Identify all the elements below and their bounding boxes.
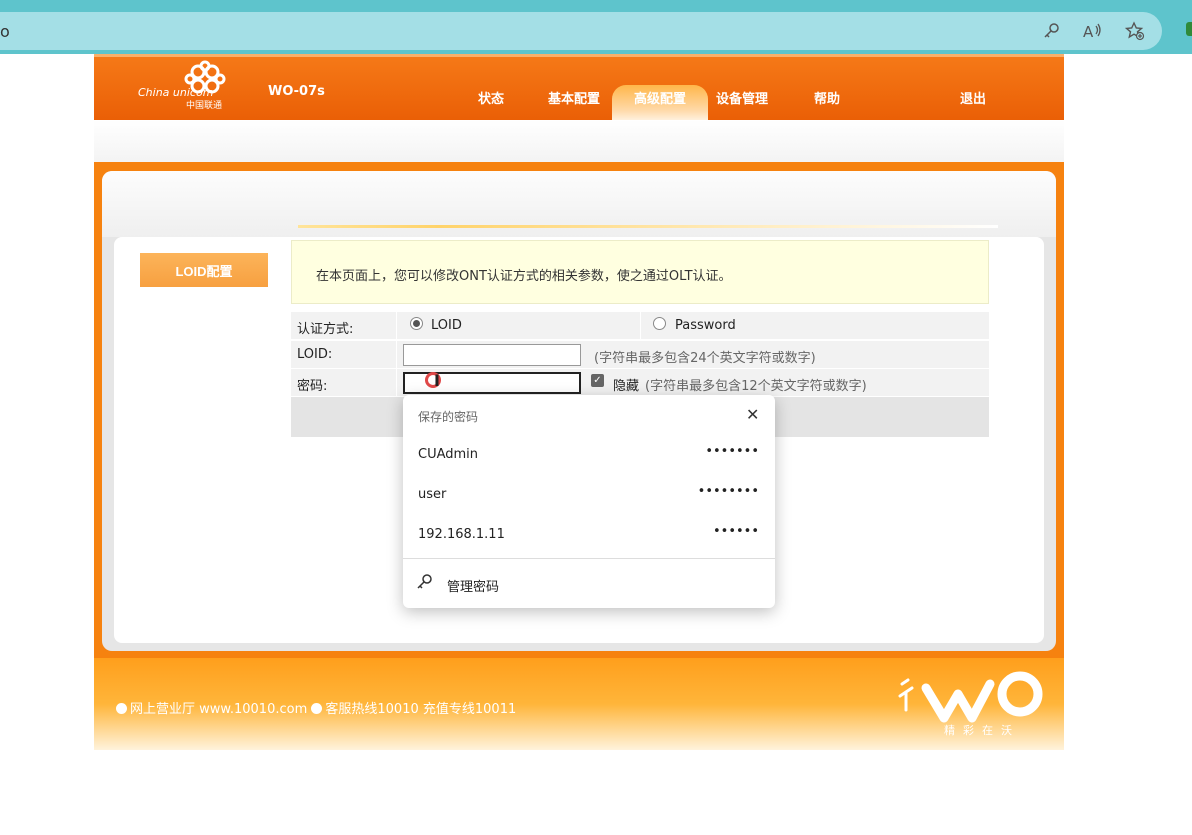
footer-online-hall[interactable]: 网上营业厅 [130, 702, 195, 717]
hide-label: 隐藏 [613, 379, 640, 394]
sidebar-item-loid-config[interactable]: LOID配置 [140, 253, 268, 287]
saved-username: CUAdmin [418, 447, 479, 462]
address-bar[interactable] [0, 12, 1162, 50]
wo-slogan: 精彩在沃 [944, 724, 1020, 737]
saved-passwords-dropdown: 保存的密码 ✕ CUAdmin ••••••• user •••••••• 19… [403, 395, 775, 608]
logout-link[interactable]: 退出 [960, 88, 986, 107]
column-separator [640, 312, 641, 340]
nav-basic-config[interactable]: 基本配置 [548, 88, 600, 107]
read-aloud-icon[interactable]: A [1082, 20, 1104, 42]
manage-passwords-link[interactable]: 管理密码 [447, 576, 499, 595]
bullet-icon [311, 703, 323, 714]
china-unicom-logo: China unicom 中国联通 [138, 60, 238, 112]
password-row: 密码: ✓ 隐藏 (字符串最多包含12个英文字符或数字) [291, 368, 989, 397]
router-header: China unicom 中国联通 WO-07s 状态 基本配置 高级配置 设备… [94, 54, 1064, 121]
loid-hint: (字符串最多包含24个英文字符或数字) [594, 351, 816, 366]
key-icon [415, 573, 433, 595]
loid-input[interactable] [403, 344, 581, 366]
loid-label: LOID: [297, 347, 333, 362]
auth-method-row: 认证方式: LOID Password [291, 311, 989, 340]
sub-header-band [94, 120, 1064, 164]
logo-text-en: China unicom [138, 86, 214, 99]
footer-links: 网上营业厅 www.10010.com 客服热线10010 充值专线10011 [116, 698, 516, 717]
svg-text:A: A [1083, 23, 1094, 40]
saved-password-item[interactable]: user •••••••• [403, 475, 775, 515]
hide-checkbox[interactable]: ✓ [591, 374, 604, 387]
footer-hotline: 客服热线10010 [325, 702, 419, 717]
dropdown-divider [403, 558, 775, 559]
auth-method-label: 认证方式: [297, 322, 354, 337]
logo-text-cn: 中国联通 [186, 101, 223, 111]
radio-loid[interactable] [410, 317, 423, 330]
loid-row: LOID: (字符串最多包含24个英文字符或数字) [291, 340, 989, 369]
column-separator [396, 341, 397, 369]
radio-password[interactable] [653, 317, 666, 330]
masked-password: •••••• [712, 524, 759, 539]
saved-password-item[interactable]: CUAdmin ••••••• [403, 435, 775, 475]
text-cursor-icon: I [434, 371, 440, 390]
extension-icon[interactable] [1186, 22, 1192, 36]
saved-passwords-title: 保存的密码 [418, 410, 479, 424]
bullet-icon [116, 703, 127, 714]
footer: 网上营业厅 www.10010.com 客服热线10010 充值专线10011 … [94, 658, 1064, 750]
info-text: 在本页面上，您可以修改ONT认证方式的相关参数，使之通过OLT认证。 [316, 269, 732, 284]
browser-toolbar: o A [0, 0, 1192, 54]
favorite-star-icon[interactable] [1124, 20, 1146, 42]
radio-loid-label: LOID [431, 318, 462, 333]
password-label: 密码: [297, 379, 328, 394]
saved-username: 192.168.1.11 [418, 527, 505, 542]
nav-advanced-config-label: 高级配置 [633, 92, 686, 107]
saved-password-item[interactable]: 192.168.1.11 •••••• [403, 515, 775, 555]
key-icon[interactable] [1040, 20, 1062, 42]
column-separator [396, 312, 397, 340]
footer-url[interactable]: www.10010.com [199, 702, 307, 717]
device-model: WO-07s [268, 84, 325, 99]
nav-status[interactable]: 状态 [478, 88, 504, 107]
close-icon[interactable]: ✕ [746, 405, 759, 424]
screen: o A China unicom 中国联通 WO-07s 状态 基本配置 高级配… [0, 0, 1192, 835]
masked-password: •••••••• [697, 484, 759, 499]
info-box: 在本页面上，您可以修改ONT认证方式的相关参数，使之通过OLT认证。 [291, 240, 989, 304]
nav-advanced-config[interactable]: 高级配置 [612, 85, 708, 121]
password-hint: (字符串最多包含12个英文字符或数字) [645, 379, 867, 394]
header-stripe [94, 54, 1064, 57]
radio-password-label: Password [675, 318, 736, 333]
nav-device-management[interactable]: 设备管理 [716, 88, 768, 107]
address-text[interactable]: o [0, 22, 10, 41]
nav-help[interactable]: 帮助 [814, 88, 840, 107]
gold-divider [298, 225, 998, 228]
masked-password: ••••••• [705, 444, 759, 459]
column-separator [396, 369, 397, 397]
saved-username: user [418, 487, 447, 502]
footer-recharge: 充值专线10011 [422, 702, 517, 717]
